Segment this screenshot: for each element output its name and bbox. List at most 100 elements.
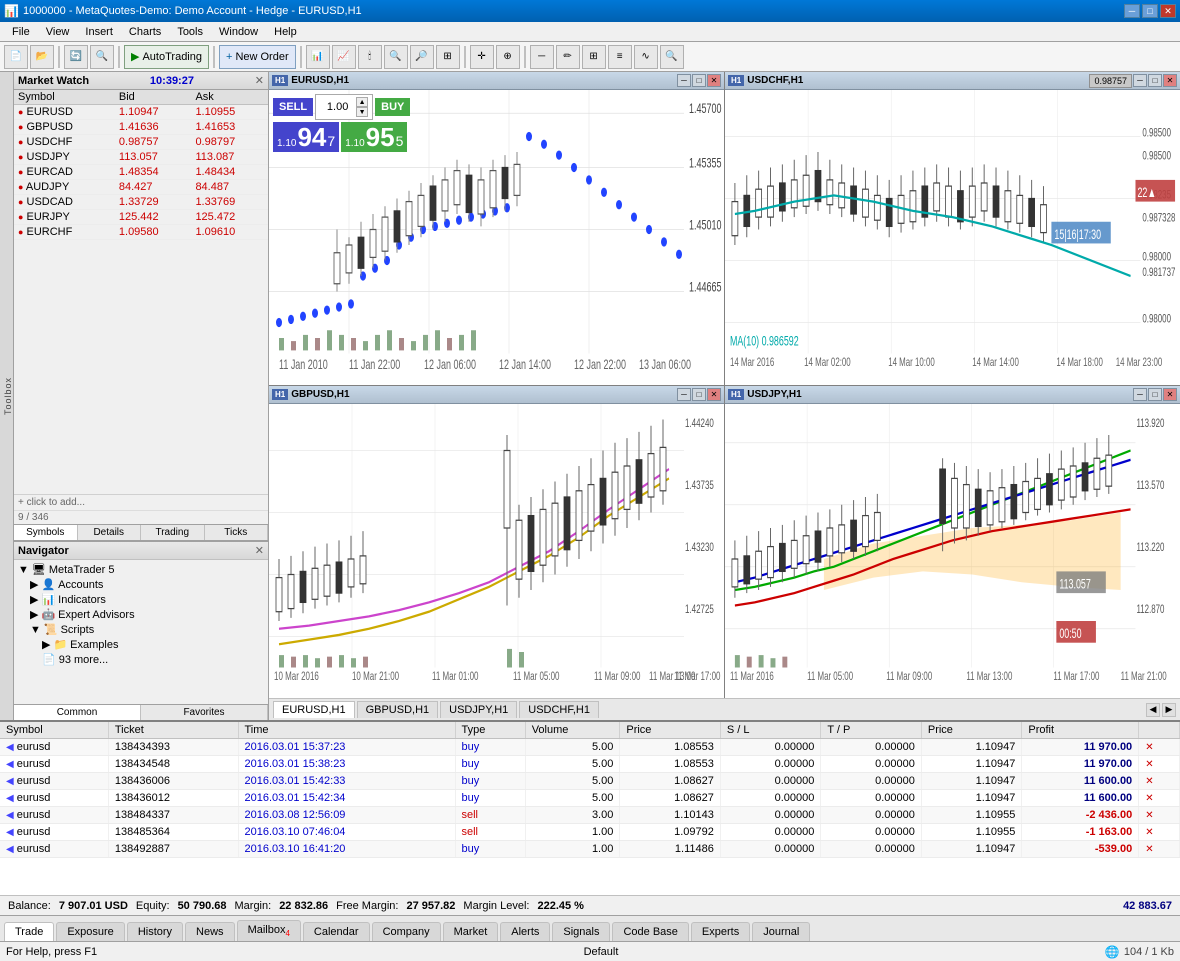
tb-grid[interactable]: ⊞	[582, 45, 606, 69]
menu-tools[interactable]: Tools	[169, 24, 211, 40]
tb-refresh-btn[interactable]: 🔄	[64, 45, 88, 69]
nav-examples[interactable]: ▶ 📁 Examples	[14, 637, 268, 652]
lot-down-btn[interactable]: ▼	[356, 107, 368, 117]
tb-new-btn[interactable]: 📄	[4, 45, 28, 69]
market-watch-row[interactable]: ● EURCHF 1.09580 1.09610	[14, 225, 268, 240]
nav-tab-favorites[interactable]: Favorites	[141, 705, 268, 720]
order-row[interactable]: ◀ eurusd 138436012 2016.03.01 15:42:34 b…	[0, 790, 1180, 807]
toolbox-strip[interactable]: Toolbox	[0, 72, 14, 720]
nav-expert-advisors[interactable]: ▶ 🤖 Expert Advisors	[14, 607, 268, 622]
close-button[interactable]: ✕	[1160, 4, 1176, 18]
bottom-tab-trade[interactable]: Trade	[4, 922, 54, 941]
add-symbol-row[interactable]: + click to add...	[14, 494, 268, 510]
tb-search-btn[interactable]: 🔍	[90, 45, 114, 69]
menu-window[interactable]: Window	[211, 24, 266, 40]
chart-tab-eurusd[interactable]: EURUSD,H1	[273, 701, 355, 718]
navigator-close[interactable]: ✕	[255, 544, 264, 557]
lot-up-btn[interactable]: ▲	[356, 97, 368, 107]
mw-tab-ticks[interactable]: Ticks	[205, 525, 269, 540]
order-row[interactable]: ◀ eurusd 138434548 2016.03.01 15:38:23 b…	[0, 756, 1180, 773]
nav-scripts[interactable]: ▼ 📜 Scripts	[14, 622, 268, 637]
sell-button[interactable]: SELL	[273, 98, 313, 116]
mw-tab-details[interactable]: Details	[78, 525, 142, 540]
eurusd-minimize-btn[interactable]: ─	[677, 74, 691, 87]
menu-insert[interactable]: Insert	[77, 24, 121, 40]
nav-accounts[interactable]: ▶ 👤 Accounts	[14, 577, 268, 592]
tb-crosshair[interactable]: ✛	[470, 45, 494, 69]
market-watch-row[interactable]: ● GBPUSD 1.41636 1.41653	[14, 120, 268, 135]
order-close-btn[interactable]: ✕	[1139, 807, 1180, 824]
market-watch-row[interactable]: ● USDJPY 113.057 113.087	[14, 150, 268, 165]
bottom-tab-calendar[interactable]: Calendar	[303, 922, 370, 941]
tb-chart-bar[interactable]: 📊	[306, 45, 330, 69]
order-row[interactable]: ◀ eurusd 138434393 2016.03.01 15:37:23 b…	[0, 739, 1180, 756]
buy-button[interactable]: BUY	[375, 98, 410, 116]
usdchf-maximize-btn[interactable]: □	[1148, 74, 1162, 87]
nav-metatrader5[interactable]: ▼ 🖥 MetaTrader 5	[14, 562, 268, 577]
menu-help[interactable]: Help	[266, 24, 305, 40]
tb-search2[interactable]: 🔍	[660, 45, 684, 69]
bottom-tab-codebase[interactable]: Code Base	[612, 922, 688, 941]
bottom-tab-history[interactable]: History	[127, 922, 183, 941]
order-row[interactable]: ◀ eurusd 138436006 2016.03.01 15:42:33 b…	[0, 773, 1180, 790]
usdchf-minimize-btn[interactable]: ─	[1133, 74, 1147, 87]
tb-full-chart[interactable]: ⊞	[436, 45, 460, 69]
chart-tab-prev[interactable]: ◀	[1146, 703, 1160, 717]
market-watch-row[interactable]: ● USDCAD 1.33729 1.33769	[14, 195, 268, 210]
mw-tab-symbols[interactable]: Symbols	[14, 525, 78, 540]
market-watch-row[interactable]: ● EURJPY 125.442 125.472	[14, 210, 268, 225]
bottom-tab-news[interactable]: News	[185, 922, 235, 941]
bottom-tab-signals[interactable]: Signals	[552, 922, 610, 941]
order-close-btn[interactable]: ✕	[1139, 841, 1180, 858]
eurusd-maximize-btn[interactable]: □	[692, 74, 706, 87]
order-row[interactable]: ◀ eurusd 138485364 2016.03.10 07:46:04 s…	[0, 824, 1180, 841]
chart-tab-usdchf[interactable]: USDCHF,H1	[519, 701, 599, 718]
gbpusd-close-btn[interactable]: ✕	[707, 388, 721, 401]
tb-chart-line[interactable]: 📈	[332, 45, 356, 69]
bottom-tab-experts[interactable]: Experts	[691, 922, 750, 941]
usdchf-close-btn[interactable]: ✕	[1163, 74, 1177, 87]
new-order-button[interactable]: + New Order	[219, 45, 296, 69]
nav-indicators[interactable]: ▶ 📊 Indicators	[14, 592, 268, 607]
tb-indicator[interactable]: ∿	[634, 45, 658, 69]
usdjpy-close-btn[interactable]: ✕	[1163, 388, 1177, 401]
order-row[interactable]: ◀ eurusd 138492887 2016.03.10 16:41:20 b…	[0, 841, 1180, 858]
order-close-btn[interactable]: ✕	[1139, 739, 1180, 756]
bottom-tab-mailbox[interactable]: Mailbox4	[237, 920, 301, 941]
menu-file[interactable]: File	[4, 24, 38, 40]
market-watch-row[interactable]: ● USDCHF 0.98757 0.98797	[14, 135, 268, 150]
bottom-tab-market[interactable]: Market	[443, 922, 499, 941]
autotrading-button[interactable]: ▶ AutoTrading	[124, 45, 209, 69]
bottom-tab-alerts[interactable]: Alerts	[500, 922, 550, 941]
tb-chart-candle[interactable]: 🕯	[358, 45, 382, 69]
chart-tab-next[interactable]: ▶	[1162, 703, 1176, 717]
minimize-button[interactable]: ─	[1124, 4, 1140, 18]
lot-input[interactable]	[320, 101, 355, 113]
tb-line[interactable]: ─	[530, 45, 554, 69]
tb-period[interactable]: ⊕	[496, 45, 520, 69]
tb-open-btn[interactable]: 📂	[30, 45, 54, 69]
tb-fib[interactable]: ≡	[608, 45, 632, 69]
tb-zoom-in[interactable]: 🔍	[384, 45, 408, 69]
bottom-tab-journal[interactable]: Journal	[752, 922, 810, 941]
order-close-btn[interactable]: ✕	[1139, 756, 1180, 773]
gbpusd-minimize-btn[interactable]: ─	[677, 388, 691, 401]
chart-tab-gbpusd[interactable]: GBPUSD,H1	[357, 701, 439, 718]
nav-more[interactable]: 📄 93 more...	[14, 652, 268, 667]
gbpusd-maximize-btn[interactable]: □	[692, 388, 706, 401]
nav-tab-common[interactable]: Common	[14, 705, 141, 720]
usdjpy-maximize-btn[interactable]: □	[1148, 388, 1162, 401]
order-close-btn[interactable]: ✕	[1139, 824, 1180, 841]
market-watch-close[interactable]: ✕	[255, 74, 264, 87]
order-close-btn[interactable]: ✕	[1139, 773, 1180, 790]
mw-tab-trading[interactable]: Trading	[141, 525, 205, 540]
order-close-btn[interactable]: ✕	[1139, 790, 1180, 807]
market-watch-row[interactable]: ● EURCAD 1.48354 1.48434	[14, 165, 268, 180]
bottom-tab-exposure[interactable]: Exposure	[56, 922, 124, 941]
menu-view[interactable]: View	[38, 24, 78, 40]
bottom-tab-company[interactable]: Company	[372, 922, 441, 941]
menu-charts[interactable]: Charts	[121, 24, 169, 40]
tb-pen[interactable]: ✏	[556, 45, 580, 69]
eurusd-close-btn[interactable]: ✕	[707, 74, 721, 87]
maximize-button[interactable]: □	[1142, 4, 1158, 18]
